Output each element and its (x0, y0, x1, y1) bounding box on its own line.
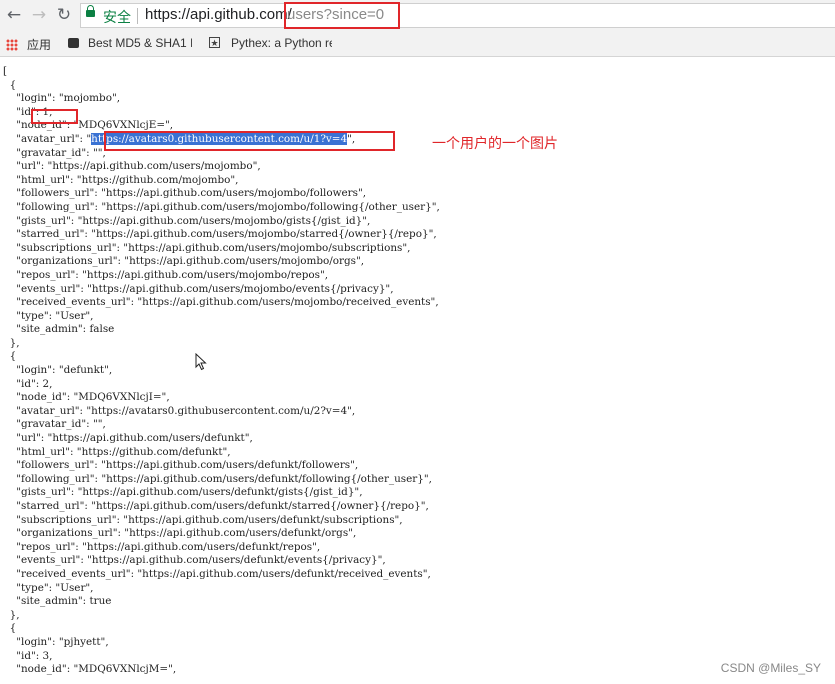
json-line: "gravatar_id": "", (3, 418, 106, 431)
json-line: "html_url": "https://github.com/mojombo"… (3, 173, 239, 186)
user-1-block: [ { "login": "mojombo", "id": 1, "node_i… (3, 65, 440, 349)
forward-arrow-icon[interactable]: → (28, 4, 50, 26)
apps-grid-icon[interactable] (6, 39, 18, 51)
json-line: [ (3, 65, 8, 77)
json-line: "login": "mojombo", (3, 92, 121, 105)
id-highlight-box (31, 109, 78, 124)
json-line: "repos_url": "https://api.github.com/use… (3, 268, 329, 281)
json-line: "following_url": "https://api.github.com… (3, 472, 432, 485)
json-line: "starred_url": "https://api.github.com/u… (3, 228, 437, 241)
json-line: "login": "pjhyett", (3, 635, 109, 648)
bookmark-favicon-icon (68, 38, 79, 48)
json-line: "node_id": "MDQ6VXNlcjE=", (3, 119, 174, 132)
json-line: "node_id": "MDQ6VXNlcjM=", (3, 663, 177, 676)
bookmarks-bar: 应用 Best MD5 & SHA1 I ★ Pythex: a Python … (0, 31, 835, 57)
json-line: "events_url": "https://api.github.com/us… (3, 282, 394, 295)
address-divider (137, 8, 138, 24)
json-line: "followers_url": "https://api.github.com… (3, 459, 359, 472)
json-line: "subscriptions_url": "https://api.github… (3, 241, 411, 254)
json-line: }, (3, 336, 20, 349)
secure-label: 安全 (103, 9, 131, 25)
json-line: "type": "User", (3, 581, 94, 594)
json-line: "html_url": "https://github.com/defunkt"… (3, 445, 231, 458)
json-line: "starred_url": "https://api.github.com/u… (3, 500, 429, 512)
json-line: "url": "https://api.github.com/users/def… (3, 432, 253, 445)
url-host: https://api.github.com/ (145, 6, 292, 23)
lock-icon (86, 5, 95, 17)
json-line: "avatar_url": " (3, 132, 92, 145)
json-line: "id": 3, (3, 649, 53, 662)
annotation-text: 一个用户的一个图片 (432, 135, 558, 151)
json-line: "followers_url": "https://api.github.com… (3, 187, 367, 200)
bookmark-md5[interactable]: Best MD5 & SHA1 I (88, 36, 192, 50)
url-highlight-box (284, 2, 400, 29)
json-line: "events_url": "https://api.github.com/us… (3, 554, 386, 567)
pythex-favicon-icon: ★ (209, 37, 220, 48)
page-content: [ { "login": "mojombo", "id": 1, "node_i… (0, 57, 835, 684)
json-response: [ { "login": "mojombo", "id": 1, "node_i… (3, 65, 440, 677)
reload-icon[interactable]: ↻ (53, 4, 75, 26)
json-line: "avatar_url": "https://avatars0.githubus… (3, 404, 356, 417)
mouse-cursor-icon (195, 353, 207, 371)
json-line: "id": 2, (3, 377, 53, 390)
back-arrow-icon[interactable]: ← (3, 4, 25, 26)
json-line: { (3, 78, 17, 91)
json-line: "gists_url": "https://api.github.com/use… (3, 214, 371, 227)
json-line: "type": "User", (3, 309, 94, 322)
json-line: "subscriptions_url": "https://api.github… (3, 513, 403, 526)
json-line: "gravatar_id": "", (3, 146, 106, 159)
json-line: "received_events_url": "https://api.gith… (3, 296, 439, 309)
json-line: "following_url": "https://api.github.com… (3, 200, 440, 213)
bookmark-apps[interactable]: 应用 (27, 36, 51, 53)
json-line: "site_admin": false (3, 323, 115, 336)
json-line: { (3, 622, 17, 635)
json-line: { (3, 350, 17, 363)
json-line: "url": "https://api.github.com/users/moj… (3, 160, 261, 173)
user-3-block: { "login": "pjhyett", "id": 3, "node_id"… (3, 622, 177, 676)
json-line: "site_admin": true (3, 595, 112, 608)
json-line: "repos_url": "https://api.github.com/use… (3, 540, 321, 553)
address-bar[interactable]: 安全 https://api.github.com/ users?since=0 (80, 3, 835, 28)
json-line: "received_events_url": "https://api.gith… (3, 567, 431, 580)
json-line: }, (3, 608, 20, 621)
json-line: "organizations_url": "https://api.github… (3, 527, 357, 540)
bookmark-pythex[interactable]: Pythex: a Python re (231, 36, 332, 50)
browser-toolbar: ← → ↻ 安全 https://api.github.com/ users?s… (0, 0, 835, 31)
json-line: "organizations_url": "https://api.github… (3, 255, 365, 268)
avatar-url-highlight-box (104, 131, 395, 151)
json-line: "login": "defunkt", (3, 364, 113, 377)
json-line: "gists_url": "https://api.github.com/use… (3, 486, 363, 499)
json-line: "node_id": "MDQ6VXNlcjI=", (3, 391, 170, 404)
watermark: CSDN @Miles_SY (720, 661, 821, 675)
user-2-block: { "login": "defunkt", "id": 2, "node_id"… (3, 350, 432, 620)
